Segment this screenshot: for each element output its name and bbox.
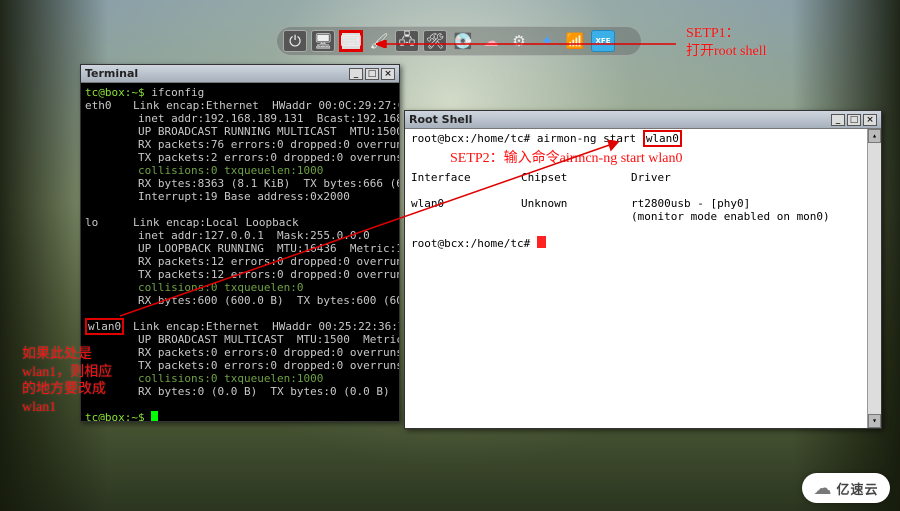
- close-button[interactable]: ×: [863, 114, 877, 126]
- hdr-driver: Driver: [631, 171, 671, 184]
- watermark: ☁ 亿速云: [802, 473, 890, 503]
- if-eth0: eth0: [85, 99, 133, 112]
- arrow-step2: [120, 140, 620, 320]
- wlan0-l4: TX packets:0 errors:0 dropped:0 overruns…: [138, 359, 399, 372]
- cursor: [151, 411, 158, 421]
- max-button[interactable]: □: [847, 114, 861, 126]
- scrollbar[interactable]: ▴ ▾: [867, 129, 881, 428]
- wlan0-l6: RX bytes:0 (0.0 B) TX bytes:0 (0.0 B): [138, 385, 390, 398]
- terminal-icon[interactable]: ⌨: [339, 30, 363, 52]
- cloud-logo-icon: ☁: [813, 478, 832, 499]
- row-drv1: rt2800usb - [phy0]: [631, 197, 750, 210]
- titlebar-terminal[interactable]: Terminal _ □ ×: [81, 65, 399, 83]
- if-wlan0: wlan0: [85, 318, 124, 335]
- monitor-icon[interactable]: 🖥: [311, 30, 335, 52]
- eth0-l2: inet addr:192.168.189.131 Bcast:192.168.…: [138, 112, 399, 125]
- annot-step1: SETP1： 打开root shell: [686, 25, 767, 60]
- max-button[interactable]: □: [365, 68, 379, 80]
- eth0-l3: UP BROADCAST RUNNING MULTICAST MTU:1500 …: [138, 125, 399, 138]
- wlan0-l5: collisions:0 txqueuelen:1000: [138, 372, 323, 385]
- eth0-l1: Link encap:Ethernet HWaddr 00:0C:29:27:0…: [133, 99, 399, 112]
- close-button[interactable]: ×: [381, 68, 395, 80]
- annot-wlan-note: 如果此处是 wlan1，则相应 的地方要改成 wlan1: [22, 346, 112, 416]
- title-root: Root Shell: [409, 113, 472, 126]
- min-button[interactable]: _: [349, 68, 363, 80]
- prompt: tc@box:~$: [85, 86, 151, 99]
- min-button[interactable]: _: [831, 114, 845, 126]
- root-cmd-wlan0: wlan0: [643, 130, 682, 147]
- titlebar-root[interactable]: Root Shell _ □ ×: [405, 111, 881, 129]
- arrow-step1: [376, 40, 688, 48]
- cmd-ifconfig: ifconfig: [151, 86, 204, 99]
- scroll-down-button[interactable]: ▾: [868, 414, 881, 428]
- wlan0-l3: RX packets:0 errors:0 dropped:0 overruns…: [138, 346, 399, 359]
- wlan0-l1: Link encap:Ethernet HWaddr 00:25:22:36:7…: [133, 320, 399, 333]
- scroll-up-button[interactable]: ▴: [868, 129, 881, 143]
- title-terminal: Terminal: [85, 67, 138, 80]
- row-drv2: (monitor mode enabled on mon0): [631, 210, 830, 223]
- wlan0-l2: UP BROADCAST MULTICAST MTU:1500 Metric:1: [138, 333, 399, 346]
- watermark-text: 亿速云: [836, 479, 878, 498]
- power-icon[interactable]: ⏻: [283, 30, 307, 52]
